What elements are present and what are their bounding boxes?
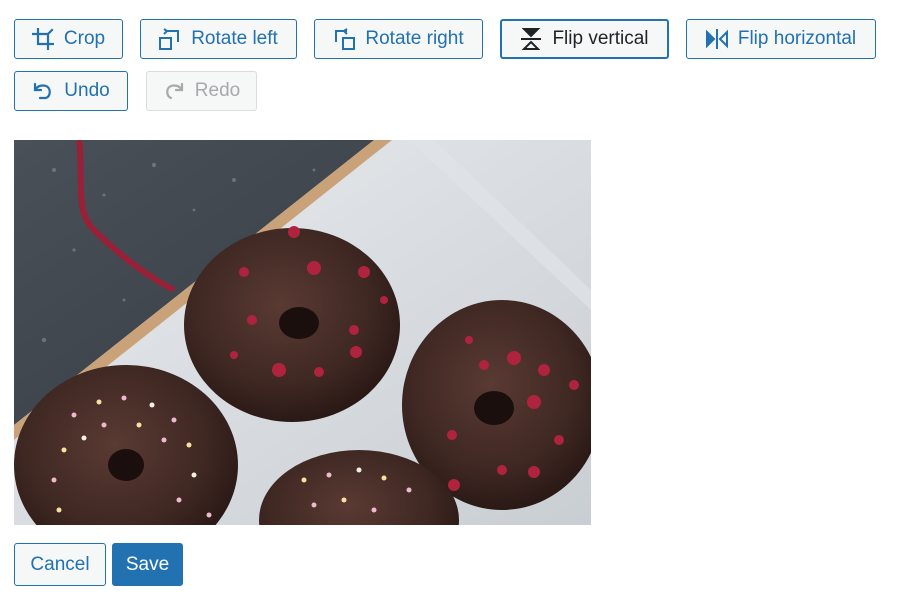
rotate-left-icon bbox=[159, 28, 181, 50]
redo-button[interactable]: Redo bbox=[146, 71, 257, 111]
donuts-photo bbox=[14, 140, 591, 525]
flip-vertical-icon bbox=[520, 28, 542, 50]
undo-icon bbox=[32, 80, 54, 102]
save-button[interactable]: Save bbox=[112, 543, 183, 586]
crop-icon bbox=[31, 28, 54, 50]
edit-actions: Cancel Save bbox=[14, 543, 183, 586]
crop-button[interactable]: Crop bbox=[14, 19, 123, 59]
history-toolbar: Undo Redo bbox=[14, 71, 257, 111]
redo-label: Redo bbox=[194, 80, 241, 101]
flip-horizontal-button[interactable]: Flip horizontal bbox=[686, 19, 876, 59]
rotate-right-label: Rotate right bbox=[365, 28, 464, 49]
redo-icon bbox=[163, 80, 185, 102]
undo-label: Undo bbox=[64, 80, 110, 101]
flip-horizontal-icon bbox=[705, 28, 728, 50]
image-preview bbox=[14, 140, 591, 525]
crop-label: Crop bbox=[63, 28, 106, 49]
rotate-left-label: Rotate left bbox=[191, 28, 278, 49]
rotate-left-button[interactable]: Rotate left bbox=[140, 19, 297, 59]
flip-vertical-button[interactable]: Flip vertical bbox=[500, 19, 669, 59]
flip-horizontal-label: Flip horizontal bbox=[737, 28, 857, 49]
cancel-button[interactable]: Cancel bbox=[14, 543, 106, 586]
image-edit-toolbar: Crop Rotate left Rotate right Flip verti… bbox=[14, 19, 876, 59]
undo-button[interactable]: Undo bbox=[14, 71, 128, 111]
rotate-right-button[interactable]: Rotate right bbox=[314, 19, 483, 59]
flip-vertical-label: Flip vertical bbox=[552, 28, 649, 49]
rotate-right-icon bbox=[333, 28, 356, 50]
